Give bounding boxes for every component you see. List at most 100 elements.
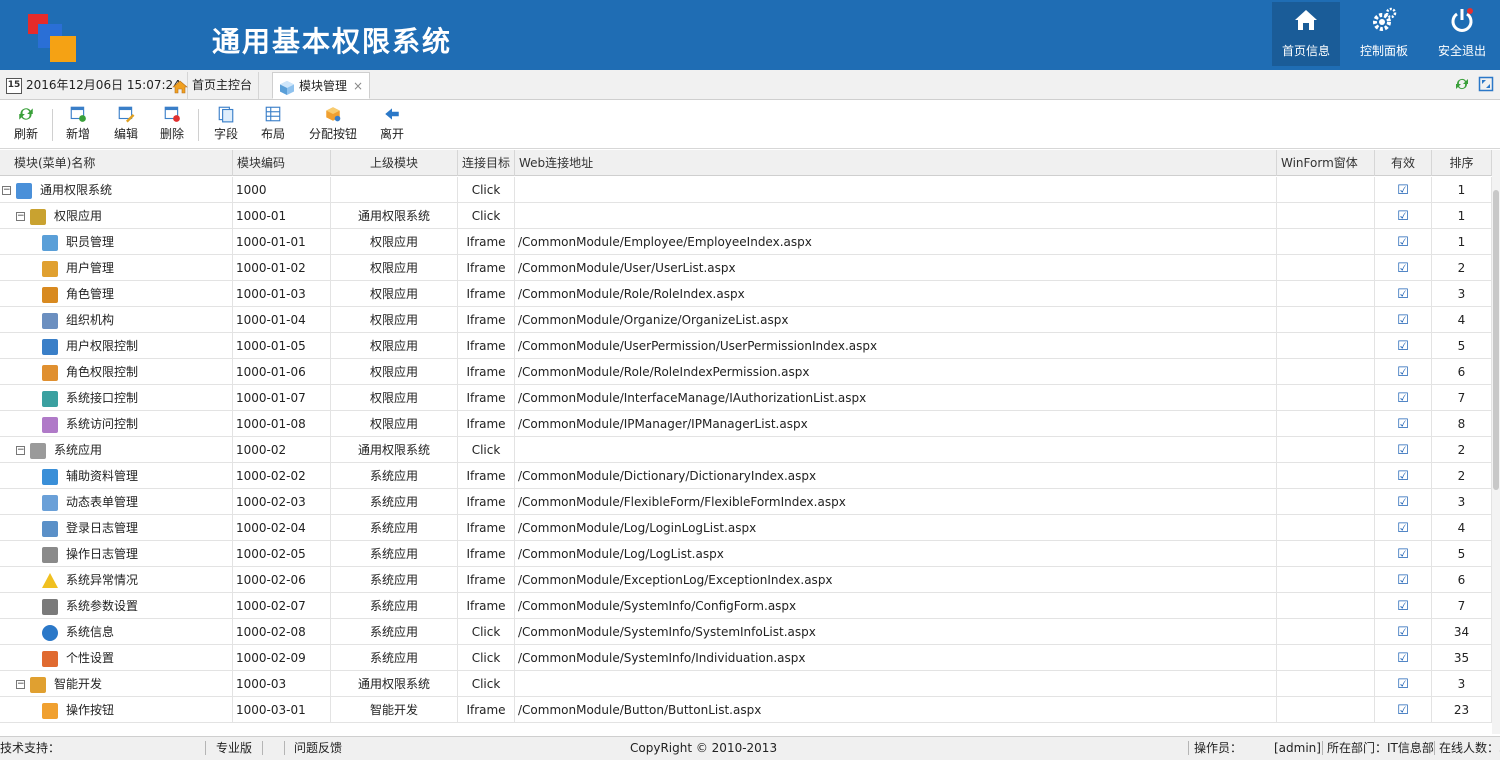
tab-home-console[interactable]: 首页主控台 <box>166 72 260 99</box>
edit-button[interactable]: 编辑 <box>114 105 138 142</box>
tab-module-management[interactable]: 模块管理 × <box>272 72 371 99</box>
cell-winform <box>1277 333 1375 359</box>
column-header-valid[interactable]: 有效 <box>1375 150 1432 176</box>
valid-checkbox[interactable]: ☑ <box>1397 366 1409 379</box>
cell-winform <box>1277 177 1375 203</box>
field-button[interactable]: 字段 <box>214 105 238 142</box>
valid-checkbox[interactable]: ☑ <box>1397 470 1409 483</box>
column-header-winform[interactable]: WinForm窗体 <box>1277 150 1375 176</box>
column-header-url[interactable]: Web连接地址 <box>515 150 1277 176</box>
valid-checkbox[interactable]: ☑ <box>1397 418 1409 431</box>
delete-button[interactable]: 删除 <box>160 105 184 142</box>
valid-checkbox[interactable]: ☑ <box>1397 236 1409 249</box>
valid-checkbox[interactable]: ☑ <box>1397 210 1409 223</box>
table-row[interactable]: 辅助资料管理 1000-02-02 系统应用 Iframe/CommonModule/… <box>0 463 1492 489</box>
gear-icon <box>30 442 46 459</box>
collapse-toggle-icon[interactable]: − <box>2 186 11 195</box>
refresh-button[interactable]: 刷新 <box>14 105 38 142</box>
column-header-parent[interactable]: 上级模块 <box>331 150 458 176</box>
table-row[interactable]: 用户管理 1000-01-02 权限应用 Iframe/CommonModule/Us… <box>0 255 1492 281</box>
gear-icon <box>1350 6 1418 42</box>
collapse-toggle-icon[interactable]: − <box>16 680 25 689</box>
collapse-toggle-icon[interactable]: − <box>16 446 25 455</box>
column-header-target[interactable]: 连接目标 <box>458 150 515 176</box>
cell-link-target: Click <box>458 437 515 463</box>
valid-checkbox[interactable]: ☑ <box>1397 704 1409 717</box>
cell-web-url <box>515 177 1277 203</box>
valid-checkbox[interactable]: ☑ <box>1397 574 1409 587</box>
table-row[interactable]: − 通用权限系统 1000 Click ☑ 1 <box>0 177 1492 203</box>
operator-user: [admin] <box>1274 741 1321 755</box>
table-row[interactable]: 系统异常情况 1000-02-06 系统应用 Iframe/CommonModule/… <box>0 567 1492 593</box>
assign-button-button[interactable]: 分配按钮 <box>309 105 357 142</box>
table-row[interactable]: 系统参数设置 1000-02-07 系统应用 Iframe/CommonModule/… <box>0 593 1492 619</box>
table-row[interactable]: 系统信息 1000-02-08 系统应用 Click/CommonModule/Sys… <box>0 619 1492 645</box>
cell-valid: ☑ <box>1375 619 1432 645</box>
table-row[interactable]: 个性设置 1000-02-09 系统应用 Click/CommonModule/Sys… <box>0 645 1492 671</box>
table-row[interactable]: − 系统应用 1000-02 通用权限系统 Click ☑ 2 <box>0 437 1492 463</box>
feedback-link[interactable]: 问题反馈 <box>294 738 342 758</box>
cell-module-name: 系统异常情况 <box>0 567 233 593</box>
column-header-sort[interactable]: 排序 <box>1432 150 1492 176</box>
status-separator <box>1434 741 1435 755</box>
cell-module-code: 1000-01-05 <box>233 333 331 359</box>
table-row[interactable]: 职员管理 1000-01-01 权限应用 Iframe/CommonModule/Em… <box>0 229 1492 255</box>
table-row[interactable]: − 智能开发 1000-03 通用权限系统 Click ☑ 3 <box>0 671 1492 697</box>
cell-valid: ☑ <box>1375 333 1432 359</box>
valid-checkbox[interactable]: ☑ <box>1397 444 1409 457</box>
home-info-button[interactable]: 首页信息 <box>1272 2 1340 66</box>
add-button[interactable]: 新增 <box>66 105 90 142</box>
cell-parent-module: 智能开发 <box>331 697 458 723</box>
table-row[interactable]: 系统接口控制 1000-01-07 权限应用 Iframe/CommonModule/… <box>0 385 1492 411</box>
cell-sort-order: 7 <box>1432 385 1492 411</box>
table-row[interactable]: 组织机构 1000-01-04 权限应用 Iframe/CommonModule/Or… <box>0 307 1492 333</box>
table-row[interactable]: 操作日志管理 1000-02-05 系统应用 Iframe/CommonModule/… <box>0 541 1492 567</box>
module-name-text: 通用权限系统 <box>40 183 113 197</box>
cell-sort-order: 2 <box>1432 437 1492 463</box>
fullscreen-icon[interactable] <box>1478 76 1494 96</box>
app-header: 通用基本权限系统 首页信息 控制面板 安全退出 <box>0 0 1500 70</box>
column-header-code[interactable]: 模块编码 <box>233 150 331 176</box>
valid-checkbox[interactable]: ☑ <box>1397 314 1409 327</box>
valid-checkbox[interactable]: ☑ <box>1397 340 1409 353</box>
valid-checkbox[interactable]: ☑ <box>1397 678 1409 691</box>
cell-valid: ☑ <box>1375 255 1432 281</box>
leave-button[interactable]: 离开 <box>380 105 404 142</box>
vertical-scrollbar[interactable] <box>1492 150 1500 734</box>
scrollbar-thumb[interactable] <box>1493 190 1499 490</box>
valid-checkbox[interactable]: ☑ <box>1397 548 1409 561</box>
valid-checkbox[interactable]: ☑ <box>1397 600 1409 613</box>
cell-link-target: Iframe <box>458 515 515 541</box>
cell-winform <box>1277 671 1375 697</box>
valid-checkbox[interactable]: ☑ <box>1397 184 1409 197</box>
valid-checkbox[interactable]: ☑ <box>1397 262 1409 275</box>
valid-checkbox[interactable]: ☑ <box>1397 496 1409 509</box>
table-row[interactable]: − 权限应用 1000-01 通用权限系统 Click ☑ 1 <box>0 203 1492 229</box>
logout-button[interactable]: 安全退出 <box>1428 2 1496 66</box>
table-row[interactable]: 系统访问控制 1000-01-08 权限应用 Iframe/CommonModule/… <box>0 411 1492 437</box>
valid-checkbox[interactable]: ☑ <box>1397 652 1409 665</box>
cell-parent-module: 系统应用 <box>331 489 458 515</box>
collapse-toggle-icon[interactable]: − <box>16 212 25 221</box>
table-row[interactable]: 角色管理 1000-01-03 权限应用 Iframe/CommonModule/Ro… <box>0 281 1492 307</box>
valid-checkbox[interactable]: ☑ <box>1397 392 1409 405</box>
cell-valid: ☑ <box>1375 229 1432 255</box>
valid-checkbox[interactable]: ☑ <box>1397 626 1409 639</box>
refresh-tab-icon[interactable] <box>1454 76 1470 96</box>
table-row[interactable]: 登录日志管理 1000-02-04 系统应用 Iframe/CommonModule/… <box>0 515 1492 541</box>
table-row[interactable]: 操作按钮 1000-03-01 智能开发 Iframe/CommonModule/Bu… <box>0 697 1492 723</box>
valid-checkbox[interactable]: ☑ <box>1397 288 1409 301</box>
cell-module-code: 1000-01-01 <box>233 229 331 255</box>
column-header-name[interactable]: 模块(菜单)名称 <box>0 150 233 176</box>
cell-parent-module: 权限应用 <box>331 359 458 385</box>
tab-bar: 15 2016年12月06日 15:07:24 首页主控台 模块管理 × <box>0 70 1500 100</box>
cell-winform <box>1277 515 1375 541</box>
valid-checkbox[interactable]: ☑ <box>1397 522 1409 535</box>
control-panel-button[interactable]: 控制面板 <box>1350 2 1418 66</box>
table-row[interactable]: 用户权限控制 1000-01-05 权限应用 Iframe/CommonModule/… <box>0 333 1492 359</box>
close-tab-icon[interactable]: × <box>353 79 363 93</box>
cell-module-name: 用户权限控制 <box>0 333 233 359</box>
table-row[interactable]: 角色权限控制 1000-01-06 权限应用 Iframe/CommonModule/… <box>0 359 1492 385</box>
table-row[interactable]: 动态表单管理 1000-02-03 系统应用 Iframe/CommonModule/… <box>0 489 1492 515</box>
layout-button[interactable]: 布局 <box>261 105 285 142</box>
